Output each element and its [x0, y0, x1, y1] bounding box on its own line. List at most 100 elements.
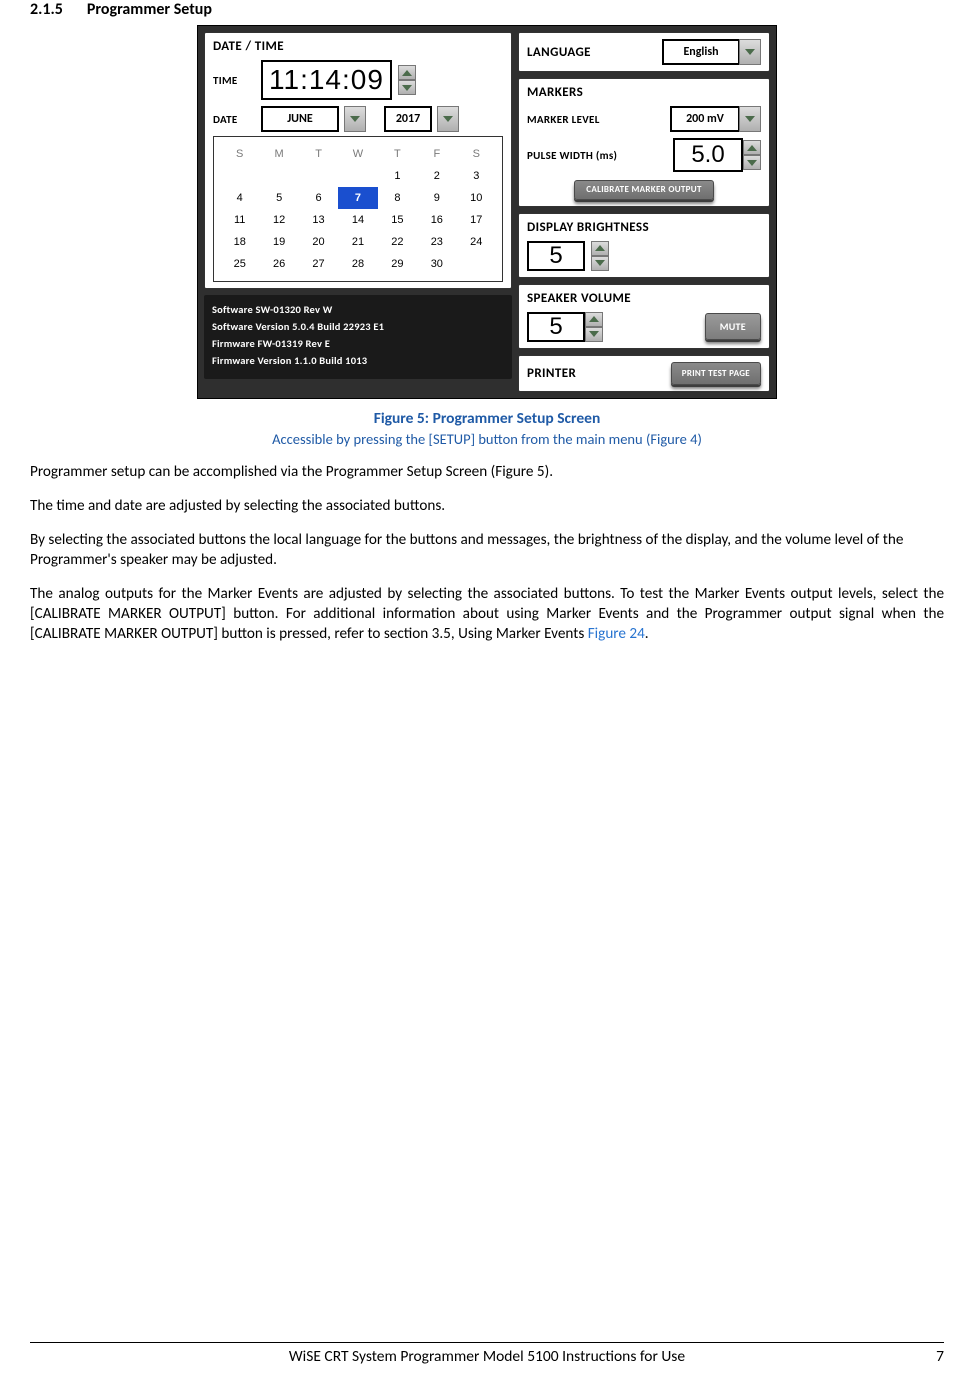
- date-label: DATE: [213, 113, 255, 126]
- paragraph: Programmer setup can be accomplished via…: [30, 462, 944, 482]
- calendar-day[interactable]: 4: [220, 187, 259, 209]
- calendar-day[interactable]: 18: [220, 231, 259, 253]
- calibrate-button[interactable]: CALIBRATE MARKER OUTPUT: [574, 180, 714, 200]
- calendar-day[interactable]: 17: [457, 209, 496, 231]
- software-line: Firmware Version 1.1.0 Build 1013: [212, 352, 504, 369]
- calendar-day[interactable]: 16: [417, 209, 456, 231]
- calendar-day[interactable]: 10: [457, 187, 496, 209]
- calendar-dow: T: [378, 143, 417, 165]
- page-footer: WiSE CRT System Programmer Model 5100 In…: [30, 1342, 944, 1366]
- panel-title: DATE / TIME: [213, 39, 503, 54]
- time-stepper[interactable]: [398, 65, 416, 95]
- panel-title: PRINTER: [527, 366, 576, 381]
- brightness-up-icon[interactable]: [591, 241, 609, 256]
- volume-down-icon[interactable]: [585, 327, 603, 342]
- print-test-button[interactable]: PRINT TEST PAGE: [671, 362, 761, 385]
- figure-subtitle: Accessible by pressing the [SETUP] butto…: [30, 430, 944, 448]
- panel-title: LANGUAGE: [527, 45, 591, 60]
- calendar-day[interactable]: 1: [378, 165, 417, 187]
- footer-text: WiSE CRT System Programmer Model 5100 In…: [289, 1347, 685, 1366]
- printer-panel: PRINTER PRINT TEST PAGE: [518, 355, 770, 392]
- brightness-panel: DISPLAY BRIGHTNESS 5: [518, 213, 770, 278]
- calendar-day[interactable]: 19: [259, 231, 298, 253]
- marker-level-chevron-down-icon[interactable]: [739, 106, 761, 132]
- calendar-day[interactable]: 22: [378, 231, 417, 253]
- calendar-day[interactable]: 15: [378, 209, 417, 231]
- calendar[interactable]: SMTWTFS ....1234567891011121314151617181…: [213, 136, 503, 282]
- time-up-icon[interactable]: [398, 65, 416, 80]
- brightness-down-icon[interactable]: [591, 256, 609, 271]
- calendar-day: .: [338, 165, 377, 187]
- brightness-value[interactable]: 5: [527, 241, 585, 271]
- volume-value[interactable]: 5: [527, 312, 585, 342]
- volume-stepper[interactable]: [585, 312, 603, 342]
- calendar-day: .: [220, 165, 259, 187]
- markers-panel: MARKERS MARKER LEVEL 200 mV PULSE WIDTH …: [518, 78, 770, 207]
- pulse-width-label: PULSE WIDTH (ms): [527, 149, 617, 162]
- time-display[interactable]: 11 : 14 : 09: [261, 60, 392, 100]
- calendar-day[interactable]: 21: [338, 231, 377, 253]
- calendar-day[interactable]: 24: [457, 231, 496, 253]
- calendar-day[interactable]: 14: [338, 209, 377, 231]
- calendar-dow: M: [259, 143, 298, 165]
- volume-up-icon[interactable]: [585, 312, 603, 327]
- calendar-day[interactable]: 30: [417, 253, 456, 275]
- calendar-day[interactable]: 6: [299, 187, 338, 209]
- page-number: 7: [936, 1343, 944, 1366]
- calendar-day[interactable]: 2: [417, 165, 456, 187]
- month-select[interactable]: JUNE: [261, 106, 339, 132]
- language-chevron-down-icon[interactable]: [739, 39, 761, 65]
- year-select[interactable]: 2017: [384, 106, 432, 132]
- volume-panel: SPEAKER VOLUME 5 MUTE: [518, 284, 770, 349]
- calendar-day[interactable]: 29: [378, 253, 417, 275]
- calendar-day[interactable]: 27: [299, 253, 338, 275]
- calendar-day[interactable]: 28: [338, 253, 377, 275]
- panel-title: MARKERS: [527, 85, 761, 100]
- pulse-width-stepper[interactable]: [743, 140, 761, 170]
- calendar-day[interactable]: 23: [417, 231, 456, 253]
- figure-caption: Figure 5: Programmer Setup Screen Access…: [30, 409, 944, 448]
- calendar-day[interactable]: 9: [417, 187, 456, 209]
- figure-title: Figure 5: Programmer Setup Screen: [30, 409, 944, 428]
- pw-up-icon[interactable]: [743, 140, 761, 155]
- calendar-dow: F: [417, 143, 456, 165]
- language-panel: LANGUAGE English: [518, 32, 770, 72]
- calendar-day[interactable]: 5: [259, 187, 298, 209]
- brightness-stepper[interactable]: [591, 241, 609, 271]
- section-title: Programmer Setup: [87, 0, 212, 19]
- calendar-day[interactable]: 13: [299, 209, 338, 231]
- calendar-day[interactable]: 26: [259, 253, 298, 275]
- software-line: Firmware FW-01319 Rev E: [212, 335, 504, 352]
- calendar-dow: S: [457, 143, 496, 165]
- section-number: 2.1.5: [30, 0, 63, 19]
- figure-reference-link[interactable]: Figure 24: [588, 625, 645, 643]
- marker-level-label: MARKER LEVEL: [527, 113, 600, 126]
- software-info-panel: Software SW-01320 Rev W Software Version…: [204, 295, 512, 379]
- calendar-day[interactable]: 12: [259, 209, 298, 231]
- panel-title: SPEAKER VOLUME: [527, 291, 761, 306]
- calendar-day[interactable]: 3: [457, 165, 496, 187]
- panel-title: DISPLAY BRIGHTNESS: [527, 220, 761, 235]
- calendar-day[interactable]: 8: [378, 187, 417, 209]
- calendar-day: .: [259, 165, 298, 187]
- programmer-screenshot: DATE / TIME TIME 11 : 14 : 09 DATE JUNE: [197, 25, 777, 399]
- language-select[interactable]: English: [662, 39, 740, 65]
- pulse-width-value[interactable]: 5.0: [673, 138, 743, 172]
- calendar-day[interactable]: 20: [299, 231, 338, 253]
- month-chevron-down-icon[interactable]: [344, 106, 366, 132]
- pw-down-icon[interactable]: [743, 155, 761, 170]
- section-heading: 2.1.5 Programmer Setup: [30, 0, 944, 19]
- calendar-dow: T: [299, 143, 338, 165]
- year-chevron-down-icon[interactable]: [437, 106, 459, 132]
- calendar-day[interactable]: 7: [338, 187, 377, 209]
- time-down-icon[interactable]: [398, 80, 416, 95]
- datetime-panel: DATE / TIME TIME 11 : 14 : 09 DATE JUNE: [204, 32, 512, 289]
- marker-level-select[interactable]: 200 mV: [670, 106, 740, 132]
- calendar-day[interactable]: 25: [220, 253, 259, 275]
- paragraph: The analog outputs for the Marker Events…: [30, 584, 944, 644]
- calendar-day[interactable]: 11: [220, 209, 259, 231]
- calendar-dow: S: [220, 143, 259, 165]
- paragraph: By selecting the associated buttons the …: [30, 530, 944, 570]
- mute-button[interactable]: MUTE: [705, 313, 761, 340]
- software-line: Software SW-01320 Rev W: [212, 301, 504, 318]
